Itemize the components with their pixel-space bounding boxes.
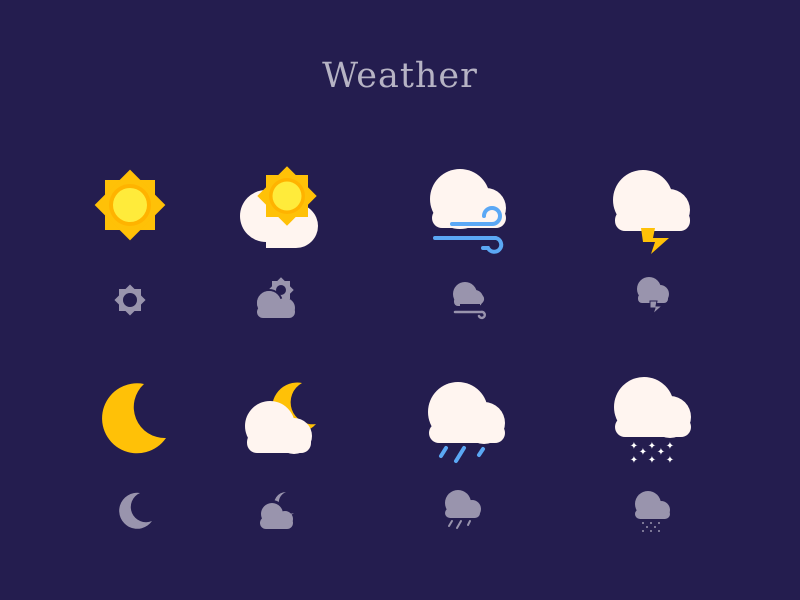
svg-text:✦: ✦ bbox=[648, 455, 656, 466]
partly-cloudy-night-icon bbox=[245, 382, 316, 454]
svg-text:✦: ✦ bbox=[630, 455, 638, 466]
svg-text:✦: ✦ bbox=[630, 441, 638, 452]
svg-text:✦: ✦ bbox=[648, 441, 656, 452]
rain-small-icon bbox=[445, 490, 481, 529]
partly-cloudy-day-icon bbox=[240, 166, 318, 248]
lightning-small-icon bbox=[637, 277, 669, 316]
partly-cloudy-night-small-icon bbox=[259, 492, 294, 529]
partly-cloudy-day-small-icon bbox=[255, 277, 295, 318]
snow-icon: ✦ ✦ ✦ ✦ ✦ ✦ ✦ ✦ bbox=[614, 377, 691, 466]
snow-small-icon bbox=[635, 491, 670, 532]
rain-icon bbox=[428, 382, 505, 463]
sun-icon bbox=[94, 169, 166, 241]
sun-small-icon bbox=[114, 284, 146, 316]
svg-text:✦: ✦ bbox=[639, 447, 647, 458]
lightning-icon bbox=[613, 170, 690, 254]
moon-icon bbox=[102, 383, 166, 454]
svg-text:✦: ✦ bbox=[666, 441, 674, 452]
wind-icon bbox=[430, 169, 506, 254]
wind-small-icon bbox=[453, 282, 487, 320]
moon-small-icon bbox=[119, 492, 152, 529]
svg-text:✦: ✦ bbox=[657, 447, 665, 458]
svg-text:✦: ✦ bbox=[666, 455, 674, 466]
page-title: Weather bbox=[322, 56, 478, 96]
